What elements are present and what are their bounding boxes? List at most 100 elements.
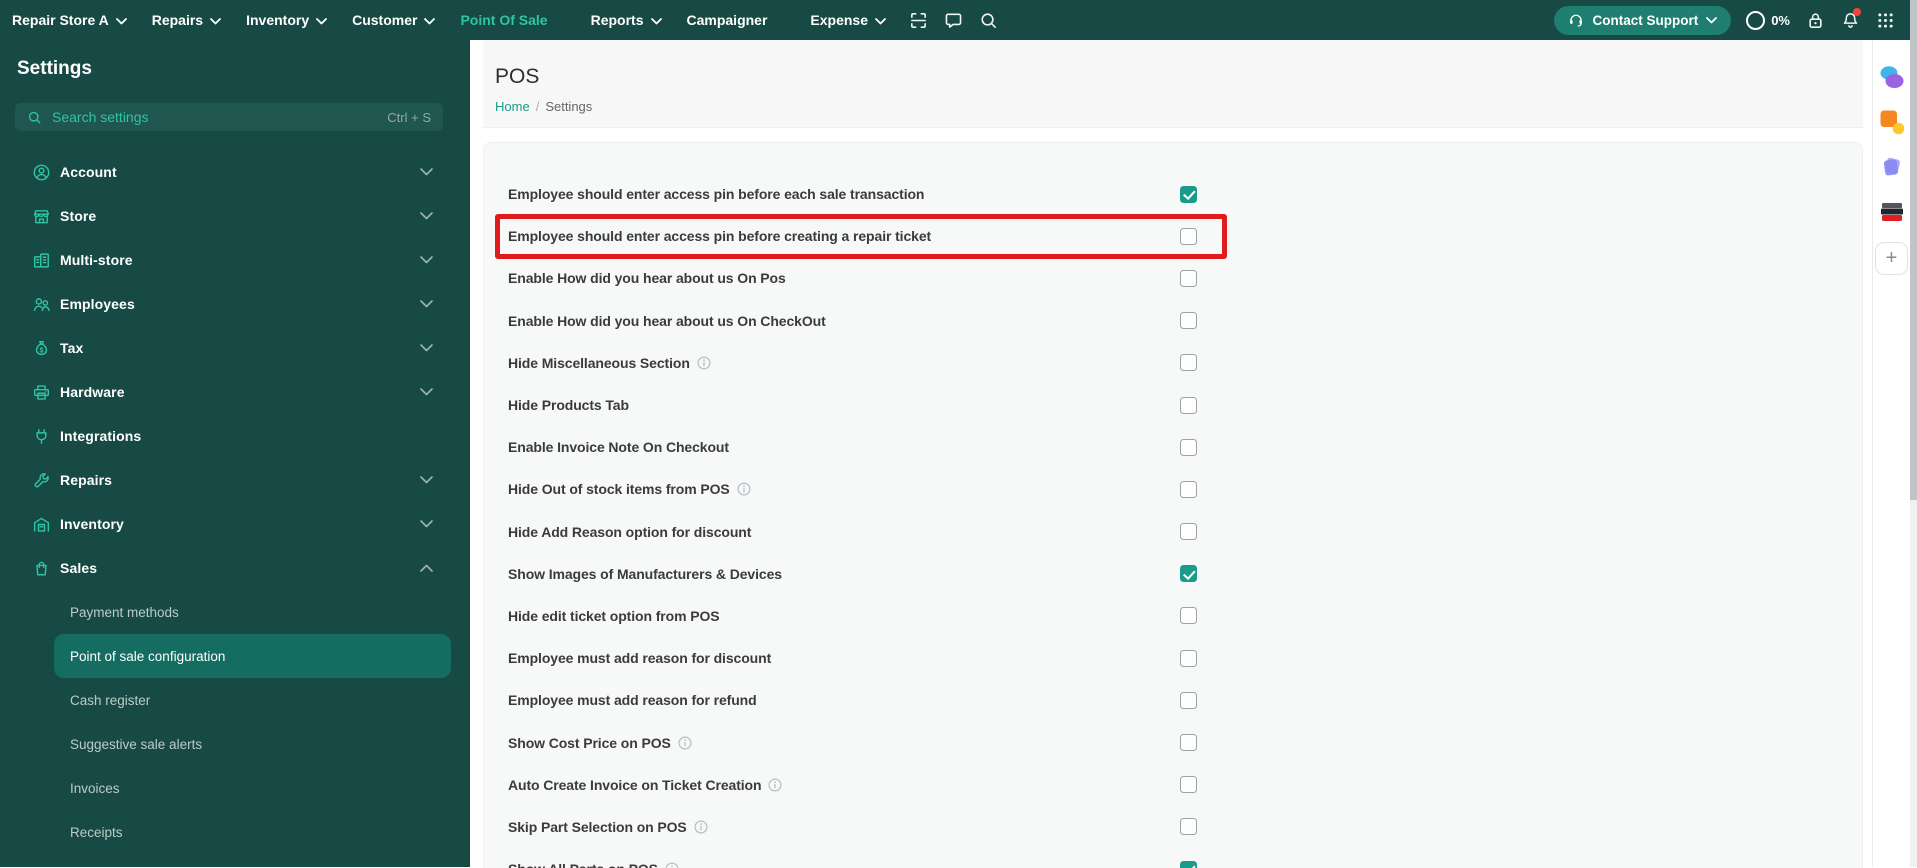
nav-item[interactable]: Reports — [591, 12, 662, 28]
nav-item[interactable]: Repairs — [152, 12, 221, 28]
sidebar-item-label: Repairs — [60, 472, 411, 488]
sidebar-item[interactable]: Employees — [0, 282, 470, 326]
chat-bubbles-app-icon[interactable] — [1879, 64, 1905, 90]
info-icon[interactable] — [678, 736, 692, 750]
setting-row: Hide Products Tab — [508, 384, 1197, 426]
orange-shapes-app-icon[interactable] — [1879, 109, 1905, 135]
setting-checkbox[interactable] — [1180, 607, 1197, 624]
setting-label: Hide Products Tab — [508, 397, 629, 413]
setting-checkbox[interactable] — [1180, 692, 1197, 709]
nav-item-label: Customer — [352, 12, 417, 28]
sidebar-item[interactable]: Store — [0, 194, 470, 238]
sidebar-subitem[interactable]: Point of sale configuration — [54, 634, 451, 678]
search-icon — [27, 110, 42, 125]
nav-item[interactable]: Expense — [810, 12, 886, 28]
setting-label: Skip Part Selection on POS — [508, 819, 687, 835]
nav-item[interactable]: Customer — [352, 12, 435, 28]
breadcrumb-home-link[interactable]: Home — [495, 99, 530, 114]
scrollbar-thumb[interactable] — [1910, 0, 1917, 500]
setting-label: Show Images of Manufacturers & Devices — [508, 566, 782, 582]
nav-item-label: Reports — [591, 12, 644, 28]
sidebar-item-label: Multi-store — [60, 252, 411, 268]
setting-row: Show Images of Manufacturers & Devices — [508, 553, 1197, 595]
setting-checkbox[interactable] — [1180, 734, 1197, 751]
setting-checkbox[interactable] — [1180, 312, 1197, 329]
contact-support-button[interactable]: Contact Support — [1554, 6, 1731, 35]
nav-item[interactable]: Inventory — [246, 12, 327, 28]
setting-row: Hide Miscellaneous Section — [508, 342, 1197, 384]
tax-icon: $ — [32, 339, 51, 358]
usage-gauge[interactable]: 0% — [1746, 11, 1790, 30]
vertical-scrollbar — [1910, 0, 1917, 867]
main-content: POS Home / Settings Employee should ente… — [470, 40, 1865, 867]
setting-label-group: Enable How did you hear about us On Pos — [508, 270, 786, 286]
setting-checkbox[interactable] — [1180, 565, 1197, 582]
chat-icon[interactable] — [943, 10, 963, 30]
apps-grid-icon[interactable] — [1875, 10, 1895, 30]
lock-icon[interactable] — [1805, 10, 1825, 30]
setting-checkbox[interactable] — [1180, 818, 1197, 835]
sidebar-item[interactable]: Inventory — [0, 502, 470, 546]
chevron-icon — [420, 212, 433, 220]
sidebar-item[interactable]: Integrations — [0, 414, 470, 458]
setting-checkbox[interactable] — [1180, 228, 1197, 245]
info-icon[interactable] — [768, 778, 782, 792]
setting-checkbox[interactable] — [1180, 186, 1197, 203]
sidebar-item-label: Tax — [60, 340, 411, 356]
sidebar-subitem[interactable]: Suggestive sale alerts — [0, 722, 470, 766]
nav-item[interactable]: Repair Store A — [12, 12, 127, 28]
setting-row: Employee should enter access pin before … — [508, 173, 1197, 215]
sidebar-subitem[interactable]: Cash register — [0, 678, 470, 722]
search-shortcut-hint: Ctrl + S — [387, 110, 431, 125]
setting-checkbox[interactable] — [1180, 354, 1197, 371]
sidebar-subitem[interactable]: Invoices — [0, 766, 470, 810]
sidebar-item[interactable]: Sales — [0, 546, 470, 590]
notifications-bell-icon[interactable] — [1840, 10, 1860, 30]
nav-item-label: Inventory — [246, 12, 309, 28]
sidebar-subitem-label: Cash register — [70, 693, 150, 708]
chevron-down-icon — [210, 18, 221, 25]
purple-cards-app-icon[interactable] — [1879, 154, 1905, 180]
sidebar-item[interactable]: Hardware — [0, 370, 470, 414]
repairs-icon — [32, 471, 51, 490]
setting-label: Hide Miscellaneous Section — [508, 355, 690, 371]
settings-search-box[interactable]: Ctrl + S — [15, 103, 443, 131]
chevron-down-icon — [424, 18, 435, 25]
setting-checkbox[interactable] — [1180, 523, 1197, 540]
setting-checkbox[interactable] — [1180, 439, 1197, 456]
chevron-icon — [420, 168, 433, 176]
setting-label: Enable How did you hear about us On Pos — [508, 270, 786, 286]
sidebar-item[interactable]: Repairs — [0, 458, 470, 502]
search-settings-input[interactable] — [50, 108, 379, 126]
add-app-button[interactable]: + — [1875, 242, 1908, 275]
setting-checkbox[interactable] — [1180, 481, 1197, 498]
setting-checkbox[interactable] — [1180, 270, 1197, 287]
setting-label-group: Auto Create Invoice on Ticket Creation — [508, 777, 782, 793]
sidebar-item[interactable]: Multi-store — [0, 238, 470, 282]
setting-checkbox[interactable] — [1180, 650, 1197, 667]
info-icon[interactable] — [694, 820, 708, 834]
nav-item[interactable]: Point Of Sale — [460, 12, 565, 28]
chevron-down-icon — [316, 18, 327, 25]
settings-sidebar: Settings Ctrl + S Account Store Multi-st… — [0, 40, 470, 867]
sidebar-subitem[interactable]: Receipts — [0, 810, 470, 854]
striped-cards-app-icon[interactable] — [1879, 199, 1905, 225]
nav-item-label: Expense — [810, 12, 868, 28]
sidebar-subitem-label: Receipts — [70, 825, 123, 840]
setting-checkbox[interactable] — [1180, 397, 1197, 414]
search-icon[interactable] — [978, 10, 998, 30]
sidebar-subitem[interactable]: Payment methods — [0, 590, 470, 634]
sidebar-item[interactable]: $ Tax — [0, 326, 470, 370]
sidebar-item-label: Inventory — [60, 516, 411, 532]
chevron-down-icon — [875, 18, 886, 25]
info-icon[interactable] — [737, 482, 751, 496]
scan-icon[interactable] — [908, 10, 928, 30]
setting-label: Employee should enter access pin before … — [508, 186, 924, 202]
info-icon[interactable] — [665, 862, 679, 868]
nav-item[interactable]: Campaigner — [687, 12, 786, 28]
setting-label: Employee must add reason for refund — [508, 692, 757, 708]
setting-label-group: Enable Invoice Note On Checkout — [508, 439, 729, 455]
info-icon[interactable] — [697, 356, 711, 370]
setting-checkbox[interactable] — [1180, 776, 1197, 793]
sidebar-item[interactable]: Account — [0, 150, 470, 194]
